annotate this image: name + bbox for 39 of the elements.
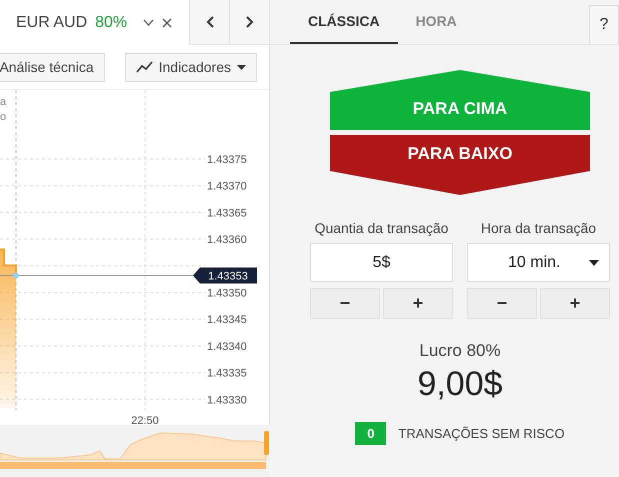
price-label: 1.43365: [207, 207, 247, 220]
decrease-button[interactable]: −: [467, 288, 537, 319]
caret-icon: [237, 64, 246, 70]
help-button[interactable]: ?: [589, 5, 619, 44]
increase-button[interactable]: +: [383, 288, 453, 319]
time-label: 22:50: [131, 415, 159, 425]
risk-free-label[interactable]: TRANSAÇÕES SEM RISCO: [398, 426, 565, 441]
chevron-right-icon: [246, 16, 254, 28]
close-icon[interactable]: [162, 18, 172, 28]
price-label: 1.43340: [207, 340, 247, 353]
price-label: 1.43350: [207, 288, 247, 300]
count-badge: 0: [355, 422, 386, 445]
price-label: 1.43375: [207, 154, 247, 166]
price-label: 1.43370: [207, 180, 247, 193]
price-label: 1.43335: [207, 368, 247, 380]
profit-value: 9,00$: [416, 365, 504, 404]
line-chart-icon: [136, 61, 153, 73]
chart-note: a: [0, 95, 6, 110]
chart-note: o: [0, 110, 6, 125]
price-badge: 1.43353: [193, 267, 257, 284]
caret-icon: [589, 260, 599, 266]
price-label: 1.43345: [207, 314, 247, 326]
profit-label: Lucro 80%: [418, 341, 502, 361]
field-label: Hora da transação: [480, 220, 598, 236]
chevron-left-icon: [206, 16, 214, 28]
mode-tab[interactable]: CLÁSSICA: [290, 0, 398, 44]
field-label: Quantia da transação: [314, 220, 450, 236]
price-label: 1.43360: [207, 234, 247, 246]
price-label: 1.43330: [207, 394, 247, 406]
increase-button[interactable]: +: [540, 288, 610, 319]
indicators-button[interactable]: Indicadores: [124, 52, 257, 82]
instrument-name[interactable]: EUR AUD: [16, 14, 88, 32]
navigator-drawing[interactable]: [0, 425, 270, 477]
put-button[interactable]: PARA BAIXO: [330, 135, 590, 195]
amount-field[interactable]: 5$: [310, 243, 453, 282]
duration-select[interactable]: 10 min.: [467, 243, 610, 282]
decrease-button[interactable]: −: [310, 288, 380, 319]
payout-percent: 80%: [95, 14, 128, 32]
chevron-down-icon[interactable]: [143, 19, 154, 26]
